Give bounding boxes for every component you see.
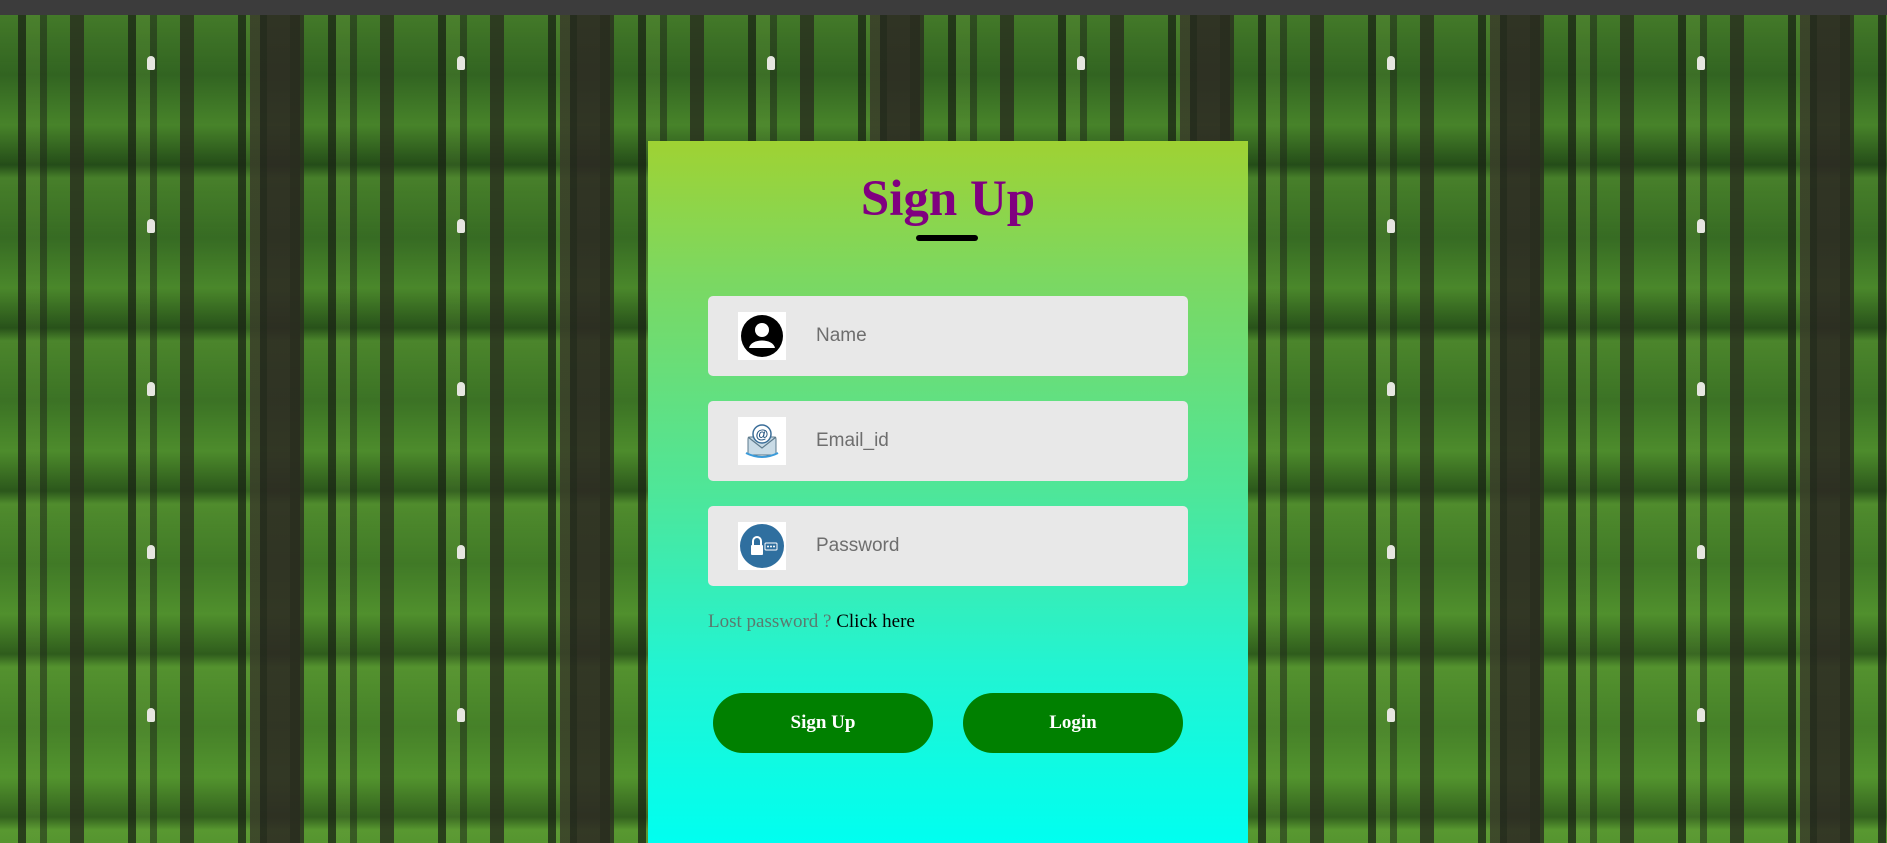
hiker-figure xyxy=(147,219,155,233)
hiker-figure xyxy=(457,56,465,70)
email-icon: @ xyxy=(738,417,786,465)
hiker-figure xyxy=(1077,56,1085,70)
password-input[interactable] xyxy=(816,506,1166,586)
lost-password-text: Lost password ? Click here xyxy=(708,611,915,633)
password-field xyxy=(708,506,1188,586)
hiker-figure xyxy=(147,382,155,396)
hiker-figure xyxy=(457,382,465,396)
signup-form-card: Sign Up @ xyxy=(648,141,1248,843)
title-underline xyxy=(916,235,978,241)
user-icon xyxy=(738,312,786,360)
lost-password-label: Lost password ? xyxy=(708,611,837,632)
hiker-figure xyxy=(1387,545,1395,559)
click-here-link[interactable]: Click here xyxy=(836,611,915,632)
hiker-figure xyxy=(147,56,155,70)
hiker-figure xyxy=(1697,708,1705,722)
hiker-figure xyxy=(1387,382,1395,396)
page-title: Sign Up xyxy=(860,171,1036,227)
email-field: @ xyxy=(708,401,1188,481)
name-field xyxy=(708,296,1188,376)
hiker-figure xyxy=(457,708,465,722)
login-button[interactable]: Login xyxy=(963,693,1183,753)
hiker-figure xyxy=(147,545,155,559)
hiker-figure xyxy=(1697,545,1705,559)
hiker-figure xyxy=(1387,56,1395,70)
hiker-figure xyxy=(1697,56,1705,70)
hiker-figure xyxy=(457,545,465,559)
email-input[interactable] xyxy=(816,401,1166,481)
hiker-figure xyxy=(1387,219,1395,233)
name-input[interactable] xyxy=(816,296,1166,376)
signup-button[interactable]: Sign Up xyxy=(713,693,933,753)
hiker-figure xyxy=(767,56,775,70)
hiker-figure xyxy=(1387,708,1395,722)
hiker-figure xyxy=(457,219,465,233)
hiker-figure xyxy=(147,708,155,722)
lock-icon xyxy=(738,522,786,570)
svg-text:@: @ xyxy=(756,427,769,442)
hiker-figure xyxy=(1697,382,1705,396)
browser-top-bar xyxy=(0,0,1887,15)
hiker-figure xyxy=(1697,219,1705,233)
